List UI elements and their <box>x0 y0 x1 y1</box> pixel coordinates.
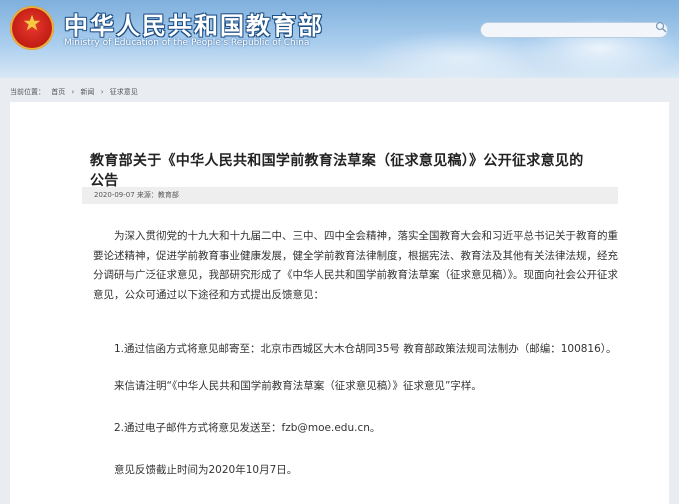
article-paragraph: 来信请注明“《中华人民共和国学前教育法草案（征求意见稿）》征求意见”字样。 <box>114 380 482 392</box>
article-container: 教育部关于《中华人民共和国学前教育法草案（征求意见稿）》公开征求意见的公告 20… <box>10 102 669 504</box>
breadcrumb-separator: › <box>100 88 104 96</box>
national-emblem-icon[interactable] <box>10 6 54 50</box>
breadcrumb-prefix: 当前位置： <box>10 88 45 96</box>
star-icon <box>23 14 41 31</box>
article-paragraph: 意见反馈截止时间为2020年10月7日。 <box>114 464 298 476</box>
article-title: 教育部关于《中华人民共和国学前教育法草案（征求意见稿）》公开征求意见的公告 <box>90 153 584 189</box>
search-icon[interactable] <box>655 21 667 33</box>
breadcrumb-item-consultation[interactable]: 征求意见 <box>110 88 138 96</box>
site-header: 中华人民共和国教育部 Ministry of Education of the … <box>0 0 679 78</box>
breadcrumb-item-news[interactable]: 新闻 <box>81 88 95 96</box>
article-paragraph: 1.通过信函方式将意见邮寄至：北京市西城区大木仓胡同35号 教育部政策法规司法制… <box>114 343 617 355</box>
breadcrumb-item-home[interactable]: 首页 <box>51 88 65 96</box>
article-meta: 2020-09-07 来源：教育部 <box>82 187 618 204</box>
article-paragraph: 2.通过电子邮件方式将意见发送至：fzb@moe.edu.cn。 <box>114 422 381 434</box>
breadcrumb: 当前位置： 首页 › 新闻 › 征求意见 <box>0 86 679 98</box>
article-paragraph: 为深入贯彻党的十九大和十九届二中、三中、四中全会精神，落实全国教育大会和习近平总… <box>93 230 618 301</box>
site-title-en: Ministry of Education of the People's Re… <box>64 38 310 48</box>
breadcrumb-separator: › <box>71 88 75 96</box>
site-title-cn[interactable]: 中华人民共和国教育部 <box>64 6 324 41</box>
search-input[interactable] <box>480 22 668 38</box>
